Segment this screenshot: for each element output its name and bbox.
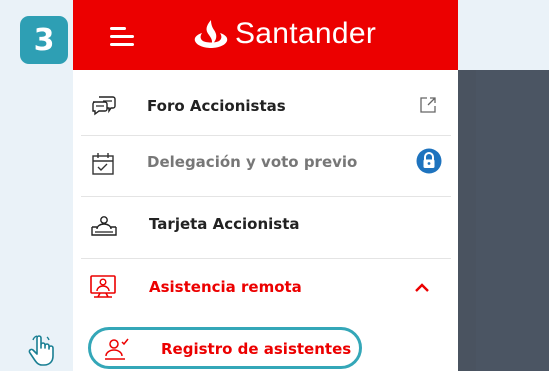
- menu-item-tarjeta-accionista[interactable]: Tarjeta Accionista: [73, 194, 458, 256]
- hamburger-icon[interactable]: [110, 25, 134, 47]
- chevron-up-icon[interactable]: [414, 281, 430, 295]
- menu-item-delegacion-voto[interactable]: Delegación y voto previo: [73, 132, 458, 194]
- calendar-check-icon: [92, 153, 114, 175]
- pointing-hand-icon: [28, 335, 54, 366]
- submenu-item-label: Registro de asistentes: [161, 340, 352, 358]
- submenu-item-registro-asistentes[interactable]: Registro de asistentes: [88, 327, 362, 369]
- external-link-icon: [420, 97, 436, 113]
- user-check-icon: [105, 338, 129, 360]
- lock-icon: [416, 148, 442, 174]
- id-card-icon: [91, 216, 117, 236]
- monitor-user-icon: [90, 275, 116, 298]
- menu-item-foro-accionistas[interactable]: Foro Accionistas: [73, 73, 458, 135]
- menu-item-label: Delegación y voto previo: [147, 153, 358, 171]
- santander-flame-icon: [194, 20, 228, 48]
- brand-name: Santander: [235, 17, 377, 50]
- app-header: Santander: [73, 0, 458, 70]
- santander-logo[interactable]: Santander: [193, 16, 376, 52]
- menu-item-label: Tarjeta Accionista: [149, 215, 300, 233]
- chat-bubbles-icon: [92, 96, 116, 116]
- menu-item-asistencia-remota[interactable]: Asistencia remota: [73, 257, 458, 319]
- navigation-menu: Foro Accionistas Delegación y voto previ…: [73, 70, 458, 371]
- menu-item-label: Foro Accionistas: [147, 97, 286, 115]
- step-number-badge: 3: [20, 16, 68, 64]
- background-overlay: [458, 70, 549, 371]
- menu-item-label: Asistencia remota: [149, 278, 302, 296]
